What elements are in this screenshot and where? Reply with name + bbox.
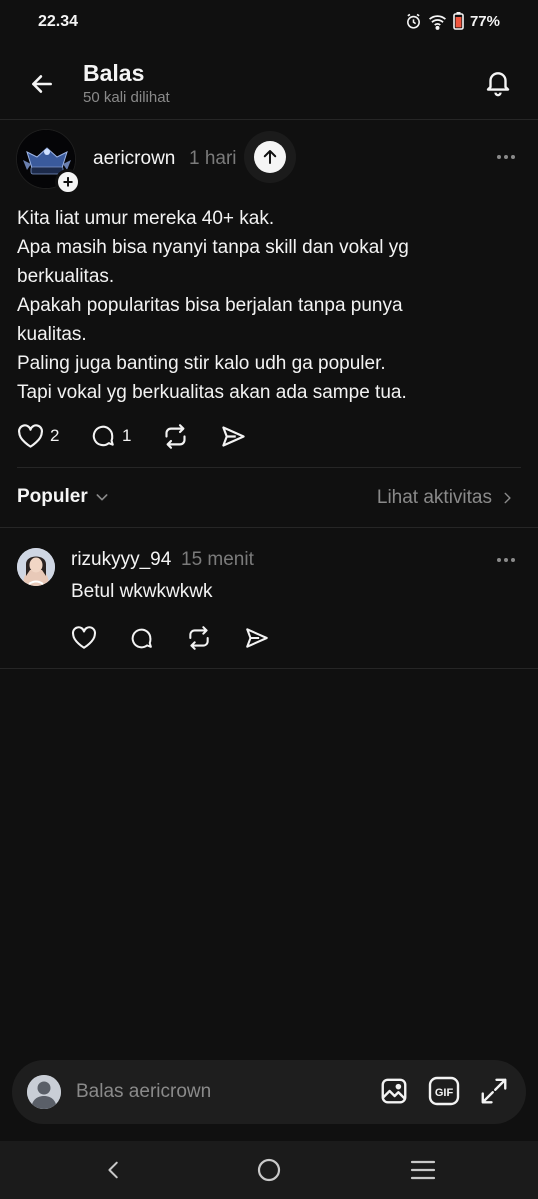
notification-button[interactable] — [480, 64, 516, 100]
post-line: Paling juga banting stir kalo udh ga pop… — [17, 353, 386, 374]
post-line: kualitas. — [17, 324, 87, 345]
status-time: 22.34 — [38, 13, 79, 30]
reply-count: 1 — [122, 426, 132, 445]
bell-icon — [486, 72, 510, 97]
dot-icon — [497, 558, 501, 562]
post-time: 1 hari — [189, 148, 237, 169]
arrow-up-icon — [263, 150, 277, 164]
expand-icon — [481, 1078, 507, 1104]
image-icon — [381, 1078, 407, 1104]
view-activity-link[interactable]: Lihat aktivitas — [377, 487, 514, 509]
post-actions: 2 1 — [17, 422, 247, 450]
page-title: Balas — [83, 60, 145, 86]
comment-icon — [92, 425, 114, 447]
repost-icon — [189, 626, 209, 650]
more-options-button[interactable] — [493, 550, 519, 570]
chevron-right-icon — [504, 492, 511, 504]
dot-icon — [497, 155, 501, 159]
divider — [0, 668, 538, 669]
send-icon — [222, 425, 245, 447]
add-gif-button[interactable]: GIF — [428, 1075, 460, 1107]
more-options-button[interactable] — [493, 147, 519, 167]
post-line: Kita liat umur mereka 40+ kak. — [17, 208, 275, 229]
activity-label: Lihat aktivitas — [376, 487, 492, 508]
reply-text: Betul wkwkwkwk — [71, 581, 213, 602]
view-count: 50 kali dilihat — [83, 89, 170, 106]
system-home-button[interactable] — [252, 1155, 286, 1185]
heart-icon — [18, 423, 43, 448]
expand-composer-button[interactable] — [478, 1075, 510, 1107]
battery-icon — [453, 12, 464, 30]
arrow-left-icon — [32, 75, 52, 93]
gif-label: GIF — [435, 1087, 454, 1099]
reply-button[interactable] — [129, 626, 186, 651]
divider — [17, 467, 521, 468]
system-back-button[interactable] — [97, 1155, 131, 1185]
share-button[interactable] — [220, 424, 247, 449]
like-button[interactable] — [71, 626, 129, 650]
heart-icon — [72, 626, 96, 649]
reply-actions — [71, 625, 270, 651]
alarm-icon — [405, 13, 422, 30]
composer-actions: GIF — [378, 1075, 510, 1107]
share-button[interactable] — [244, 626, 270, 650]
repost-icon — [165, 423, 186, 449]
user-icon — [27, 1075, 61, 1109]
status-icons: 77% — [405, 12, 500, 30]
home-circle-icon — [257, 1158, 281, 1182]
back-button[interactable] — [24, 66, 60, 102]
like-button[interactable]: 2 — [17, 423, 90, 449]
follow-plus-button[interactable]: + — [55, 169, 81, 195]
scroll-up-button[interactable] — [244, 131, 296, 183]
status-bar: 22.34 77% — [0, 0, 538, 44]
wifi-icon — [428, 13, 447, 30]
divider — [0, 527, 538, 528]
reply-button[interactable]: 1 — [90, 423, 162, 449]
dot-icon — [504, 558, 508, 562]
profile-photo-icon — [17, 548, 55, 586]
post-line: Apa masih bisa nyanyi tanpa skill dan vo… — [17, 237, 409, 258]
repost-button[interactable] — [162, 423, 220, 450]
system-nav-bar — [0, 1141, 538, 1199]
system-recents-button[interactable] — [406, 1155, 440, 1185]
reply-item: rizukyyy_94 15 menit Betul wkwkwkwk — [0, 530, 538, 668]
reply-composer: GIF — [12, 1060, 526, 1124]
post-line: Tapi vokal yg berkualitas akan ada sampe… — [17, 382, 407, 403]
chevron-down-icon — [96, 494, 108, 501]
avatar[interactable] — [17, 548, 55, 586]
sort-label: Populer — [17, 486, 88, 507]
comment-icon — [131, 628, 152, 648]
dot-icon — [511, 155, 515, 159]
sort-row: Populer Lihat aktivitas — [0, 473, 538, 521]
like-count: 2 — [50, 426, 60, 445]
dot-icon — [504, 155, 508, 159]
reply-input[interactable] — [76, 1079, 366, 1105]
post-line: berkualitas. — [17, 266, 115, 287]
top-app-bar: Balas 50 kali dilihat — [0, 48, 538, 120]
post-line: Apakah popularitas bisa berjalan tanpa p… — [17, 295, 403, 316]
send-icon — [246, 628, 268, 648]
repost-button[interactable] — [186, 625, 244, 651]
post-username[interactable]: aericrown — [93, 148, 175, 170]
reply-time: 15 menit — [181, 549, 254, 570]
reply-username[interactable]: rizukyyy_94 — [71, 549, 171, 571]
chevron-left-icon — [108, 1161, 118, 1179]
dot-icon — [511, 558, 515, 562]
menu-icon — [410, 1160, 436, 1180]
post-body: Kita liat umur mereka 40+ kak. Apa masih… — [17, 204, 522, 407]
gif-icon: GIF — [428, 1076, 460, 1106]
sort-dropdown[interactable]: Populer — [17, 486, 110, 508]
avatar — [27, 1075, 61, 1109]
add-image-button[interactable] — [378, 1075, 410, 1107]
battery-percent: 77% — [469, 12, 500, 30]
